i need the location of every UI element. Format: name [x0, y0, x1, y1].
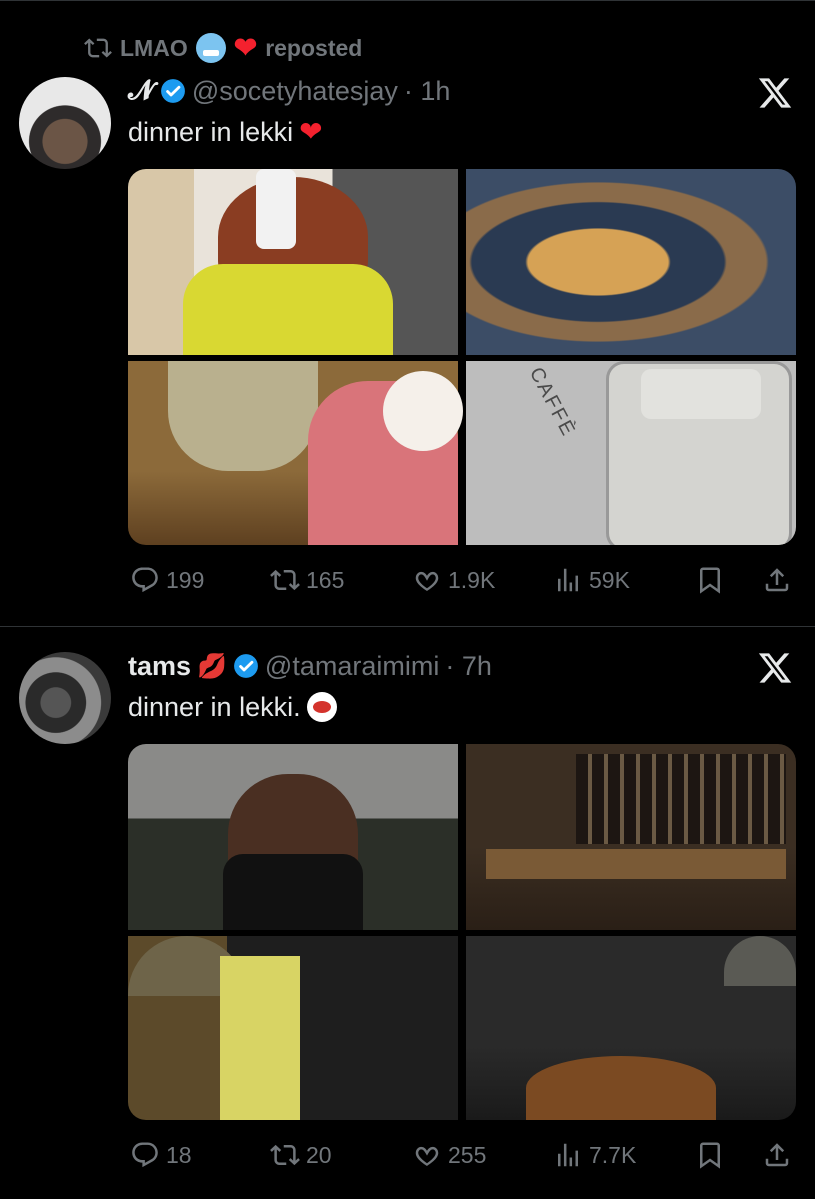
action-bar: 199 165 1.9K 59K [0, 565, 815, 595]
views-icon [558, 568, 578, 592]
repost-button[interactable]: 165 [270, 565, 344, 595]
repost-icon [84, 38, 112, 58]
reply-button[interactable]: 18 [130, 1140, 192, 1170]
like-count: 1.9K [448, 566, 496, 593]
cold-face-emoji-icon [195, 33, 226, 63]
views-count: 7.7K [589, 1141, 637, 1168]
bookmark-button[interactable] [695, 1140, 725, 1170]
photo-mirror-selfie[interactable] [128, 169, 458, 355]
photo-restaurant-bar[interactable] [466, 744, 796, 930]
photo-phone-menu[interactable]: CAFFÈ [466, 361, 796, 545]
reply-count: 18 [166, 1141, 192, 1168]
red-heart-emoji-icon: ❤ [299, 116, 323, 147]
post-time[interactable]: · 1h [404, 76, 451, 107]
top-divider [0, 0, 815, 1]
bookmark-button[interactable] [695, 565, 725, 595]
spaghetti-emoji-icon [306, 692, 337, 722]
reply-icon [132, 1142, 158, 1168]
post-text: dinner in lekki. [128, 689, 337, 725]
like-button[interactable]: 1.9K [412, 565, 495, 595]
views-button[interactable]: 7.7K [553, 1140, 636, 1170]
heart-icon [415, 1146, 439, 1166]
reply-icon [132, 567, 158, 593]
reposter-name[interactable]: LMAO [120, 35, 188, 62]
media-grid[interactable] [128, 744, 796, 1120]
post-time[interactable]: · 7h [445, 651, 492, 682]
share-icon [765, 568, 789, 592]
repost-suffix: reposted [265, 34, 363, 61]
heart-icon [415, 571, 439, 591]
post-text-content: dinner in lekki. [128, 691, 301, 722]
repost-icon [270, 569, 300, 591]
repost-button[interactable]: 20 [270, 1140, 332, 1170]
verified-icon[interactable] [233, 653, 259, 679]
reply-count: 199 [166, 566, 205, 593]
author-row: tams 💋 @tamaraimimi · 7h [128, 649, 492, 683]
bookmark-icon [700, 1142, 720, 1169]
views-button[interactable]: 59K [553, 565, 630, 595]
red-heart-emoji-icon: ❤ [233, 32, 258, 63]
avatar[interactable] [19, 77, 111, 169]
x-logo-icon[interactable] [757, 75, 793, 111]
author-name[interactable]: tams [128, 651, 191, 682]
bookmark-icon [700, 567, 720, 594]
author-handle[interactable]: @socetyhatesjay [192, 76, 398, 107]
share-button[interactable] [762, 1140, 792, 1170]
repost-count: 165 [306, 566, 345, 593]
post-text: dinner in lekki ❤ [128, 114, 323, 150]
author-handle[interactable]: @tamaraimimi [265, 651, 439, 682]
photo-pasta-dish[interactable] [466, 936, 796, 1120]
repost-count: 20 [306, 1141, 332, 1168]
photo-drinks[interactable] [128, 361, 463, 545]
kiss-mark-emoji-icon: 💋 [197, 652, 227, 680]
reply-button[interactable]: 199 [130, 565, 204, 595]
photo-food-plates[interactable] [466, 169, 796, 355]
like-button[interactable]: 255 [412, 1140, 486, 1170]
author-name[interactable]: 𝓝 [128, 75, 154, 107]
photo-cocktail[interactable] [128, 936, 458, 1120]
like-count: 255 [448, 1141, 487, 1168]
media-grid[interactable]: CAFFÈ [128, 169, 796, 545]
action-bar: 18 20 255 7.7K [0, 1140, 815, 1170]
share-button[interactable] [762, 565, 792, 595]
share-icon [765, 1143, 789, 1167]
views-count: 59K [589, 566, 630, 593]
views-icon [558, 1143, 578, 1167]
avatar[interactable] [19, 652, 111, 744]
post-text-content: dinner in lekki [128, 116, 294, 147]
x-logo-icon[interactable] [757, 650, 793, 686]
verified-icon[interactable] [160, 78, 186, 104]
photo-menu-text: CAFFÈ [524, 363, 580, 441]
repost-context[interactable]: LMAO ❤ reposted [84, 32, 363, 63]
photo-woman-portrait[interactable] [128, 744, 458, 930]
author-row: 𝓝 @socetyhatesjay · 1h [128, 74, 450, 108]
post-divider [0, 626, 815, 627]
repost-icon [270, 1144, 300, 1166]
